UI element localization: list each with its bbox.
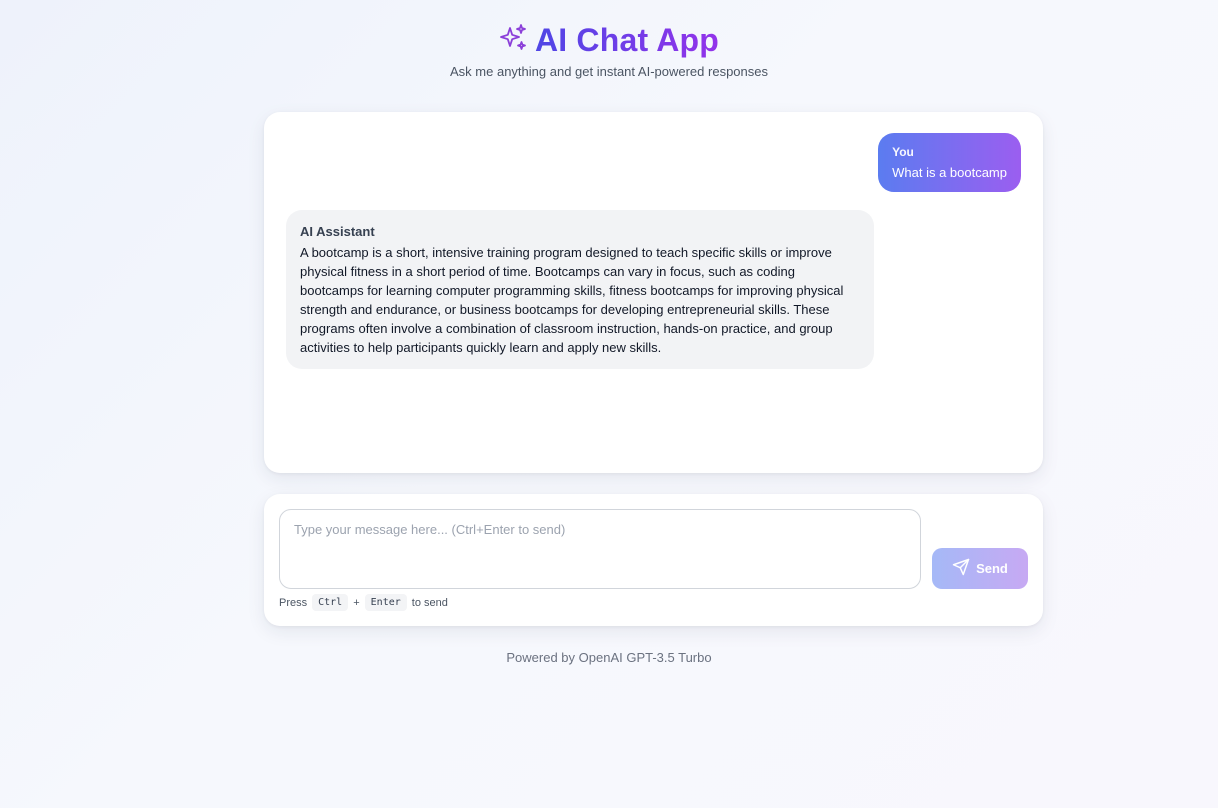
ctrl-key: Ctrl: [312, 594, 349, 611]
page-title: AI Chat App: [534, 21, 720, 58]
composer: Send Press Ctrl + Enter to send: [264, 494, 1043, 626]
message-text: What is a bootcamp: [892, 165, 1007, 180]
message-sender: AI Assistant: [300, 224, 375, 239]
hint-suffix: to send: [411, 596, 448, 609]
sparkles-icon: [499, 23, 529, 58]
app-header: AI Chat App Ask me anything and get inst…: [0, 20, 1218, 80]
message-input[interactable]: [279, 509, 921, 589]
hint-plus: +: [353, 596, 360, 609]
enter-key: Enter: [364, 594, 407, 611]
message-text: A bootcamp is a short, intensive trainin…: [300, 245, 844, 355]
message-sender: You: [892, 145, 914, 159]
send-label: Send: [976, 561, 1008, 576]
assistant-message: AI Assistant A bootcamp is a short, inte…: [286, 210, 874, 369]
keyboard-hint: Press Ctrl + Enter to send: [279, 594, 448, 611]
hint-prefix: Press: [279, 596, 308, 609]
title-row: AI Chat App: [0, 20, 1218, 60]
footer-text: Powered by OpenAI GPT-3.5 Turbo: [506, 650, 712, 665]
send-icon: [952, 558, 970, 579]
page-subtitle: Ask me anything and get instant AI-power…: [450, 64, 768, 79]
user-message: You What is a bootcamp: [878, 133, 1021, 192]
chat-window[interactable]: You What is a bootcamp AI Assistant A bo…: [264, 112, 1043, 473]
send-button[interactable]: Send: [932, 548, 1028, 589]
